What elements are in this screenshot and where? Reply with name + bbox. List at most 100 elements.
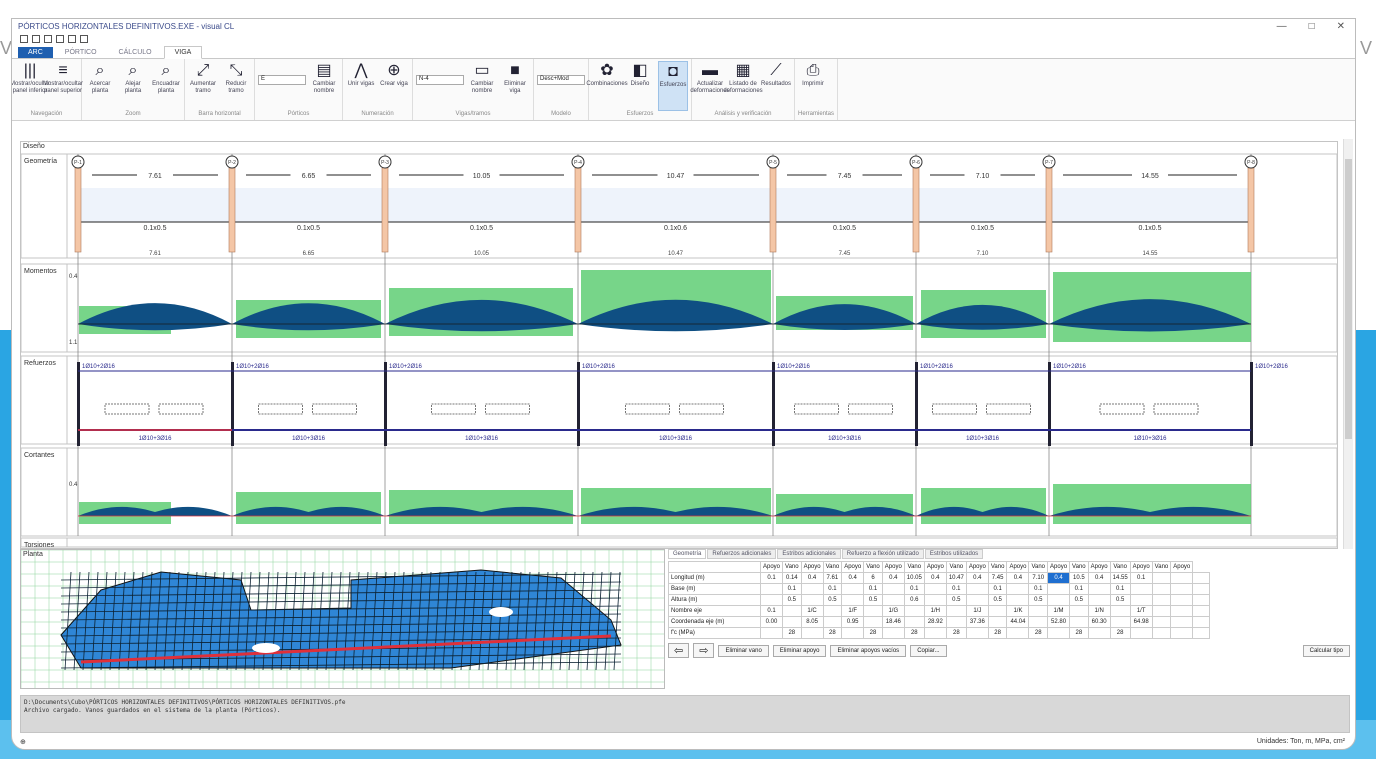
ribbon-button[interactable]: ⤡ Reducir tramo [221,61,251,111]
table-cell[interactable] [800,583,824,595]
table-cell[interactable]: 0.4 [1087,572,1111,584]
table-cell[interactable] [1087,583,1111,595]
plan-view[interactable]: Planta [20,549,665,689]
table-cell[interactable] [881,627,905,639]
ribbon-button[interactable]: ◘ Esfuerzos [658,61,688,111]
table-cell[interactable] [800,627,824,639]
table-cell[interactable]: 1/G [881,605,905,617]
ribbon-button[interactable]: ▦ Listado de deformaciones [723,61,762,111]
new-icon[interactable] [20,35,28,43]
table-cell[interactable] [822,616,843,628]
table-row[interactable]: Base (m) 0.1 0.1 0.1 0.1 0.1 0.1 0.1 0.1 0.1 [668,583,1211,595]
table-cell[interactable]: 1/T [1129,605,1153,617]
data-tab[interactable]: Estribos adicionales [777,549,841,559]
ribbon-button[interactable]: ⤢ Aumentar tramo [188,61,218,111]
data-tab[interactable]: Refuerzo a flexión utilizado [841,549,924,559]
tab-3[interactable]: VIGA [163,46,203,59]
table-cell[interactable]: 0.5 [1109,594,1131,606]
next-button[interactable]: ⇨ [693,643,715,658]
table-cell[interactable] [1192,594,1211,606]
table-cell[interactable]: 28.92 [923,616,947,628]
table-cell[interactable] [759,583,784,595]
table-cell[interactable]: 28 [1069,627,1089,639]
table-cell[interactable]: 28 [863,627,883,639]
table-cell[interactable] [1192,572,1211,584]
table-cell[interactable] [1129,583,1153,595]
ribbon-button[interactable]: ▭ Cambiar nombre [467,61,497,111]
table-cell[interactable] [1151,594,1172,606]
table-cell[interactable]: 60.30 [1087,616,1111,628]
ribbon-button[interactable]: ⟋ Resultados [761,61,791,111]
table-cell[interactable]: 0.6 [903,594,925,606]
table-cell[interactable]: 6 [863,572,883,584]
table-cell[interactable] [923,583,947,595]
table-cell[interactable]: 28 [782,627,802,639]
ribbon-button[interactable]: ≡ Mostrar/ocultar panel superior [43,61,83,111]
table-row[interactable]: Longitud (m) 0.1 0.14 0.4 7.61 0.4 6 0.4 10.05 0.… [668,572,1211,584]
table-cell[interactable]: 14.55 [1109,572,1131,584]
table-cell[interactable]: 10.05 [903,572,925,584]
table-cell[interactable]: 0.5 [1028,594,1049,606]
table-cell[interactable] [1170,583,1194,595]
table-cell[interactable] [965,627,989,639]
table-cell[interactable] [1170,627,1194,639]
table-cell[interactable]: 0.1 [782,583,802,595]
table-cell[interactable] [1170,572,1194,584]
ribbon-button[interactable]: ■ Eliminar viga [500,61,530,111]
table-cell[interactable] [1151,572,1172,584]
table-cell[interactable] [1170,616,1194,628]
table-cell[interactable]: 1/K [1006,605,1030,617]
table-cell[interactable]: 0.4 [1006,572,1030,584]
tab-2[interactable]: CÁLCULO [109,47,162,58]
minimize-button[interactable]: — [1277,21,1287,32]
table-cell[interactable] [863,616,883,628]
table-cell[interactable] [1151,616,1172,628]
table-cell[interactable]: 0.5 [987,594,1008,606]
tab-1[interactable]: PÓRTICO [55,47,107,58]
table-cell[interactable]: 1/F [841,605,865,617]
table-cell[interactable]: 52.80 [1047,616,1071,628]
table-cell[interactable] [1006,627,1030,639]
table-cell[interactable] [923,627,947,639]
table-cell[interactable] [1069,605,1089,617]
table-row[interactable]: Coordenada eje (m) 0.00 8.05 0.95 18.46 28.92… [668,616,1211,628]
settings-icon[interactable] [80,35,88,43]
table-cell[interactable] [881,594,905,606]
table-cell[interactable] [1170,594,1194,606]
table-cell[interactable]: 10.5 [1069,572,1089,584]
table-cell[interactable] [945,605,967,617]
ribbon-button[interactable]: ◧ Diseño [625,61,655,111]
table-cell[interactable] [945,616,967,628]
delete-support-button[interactable]: Eliminar apoyo [772,644,827,657]
table-cell[interactable] [1047,594,1071,606]
close-button[interactable]: ✕ [1337,21,1345,32]
table-cell[interactable]: 0.1 [945,583,967,595]
delete-span-button[interactable]: Eliminar vano [718,644,769,657]
table-cell[interactable]: 0.5 [782,594,802,606]
table-cell[interactable]: 0.5 [945,594,967,606]
status-icon[interactable]: ⊕ [20,739,26,746]
table-cell[interactable]: 28 [822,627,843,639]
ribbon-button[interactable]: ⌕ Acercar planta [85,61,115,111]
table-cell[interactable]: 0.5 [1069,594,1089,606]
data-tab[interactable]: Geometría [668,549,707,559]
table-cell[interactable] [1006,583,1030,595]
table-cell[interactable]: 0.5 [863,594,883,606]
table-cell[interactable] [1006,594,1030,606]
table-cell[interactable] [903,605,925,617]
data-tab[interactable]: Estribos utilizados [924,549,984,559]
table-cell[interactable] [822,605,843,617]
table-cell[interactable]: 7.45 [987,572,1008,584]
table-cell[interactable]: 0.1 [863,583,883,595]
table-cell[interactable]: 64.98 [1129,616,1153,628]
table-cell[interactable]: 0.1 [822,583,843,595]
open-icon[interactable] [32,35,40,43]
table-cell[interactable]: 1/H [923,605,947,617]
table-cell[interactable] [1129,594,1153,606]
table-row[interactable]: f'c (MPa) 28 28 28 28 28 28 28 28 28 [668,627,1211,639]
table-cell[interactable] [782,616,802,628]
table-cell[interactable]: 37.36 [965,616,989,628]
ribbon-button[interactable]: ⊕ Crear viga [379,61,409,111]
table-cell[interactable]: 28 [1028,627,1049,639]
ribbon-button[interactable]: ✿ Combinaciones [586,61,627,111]
